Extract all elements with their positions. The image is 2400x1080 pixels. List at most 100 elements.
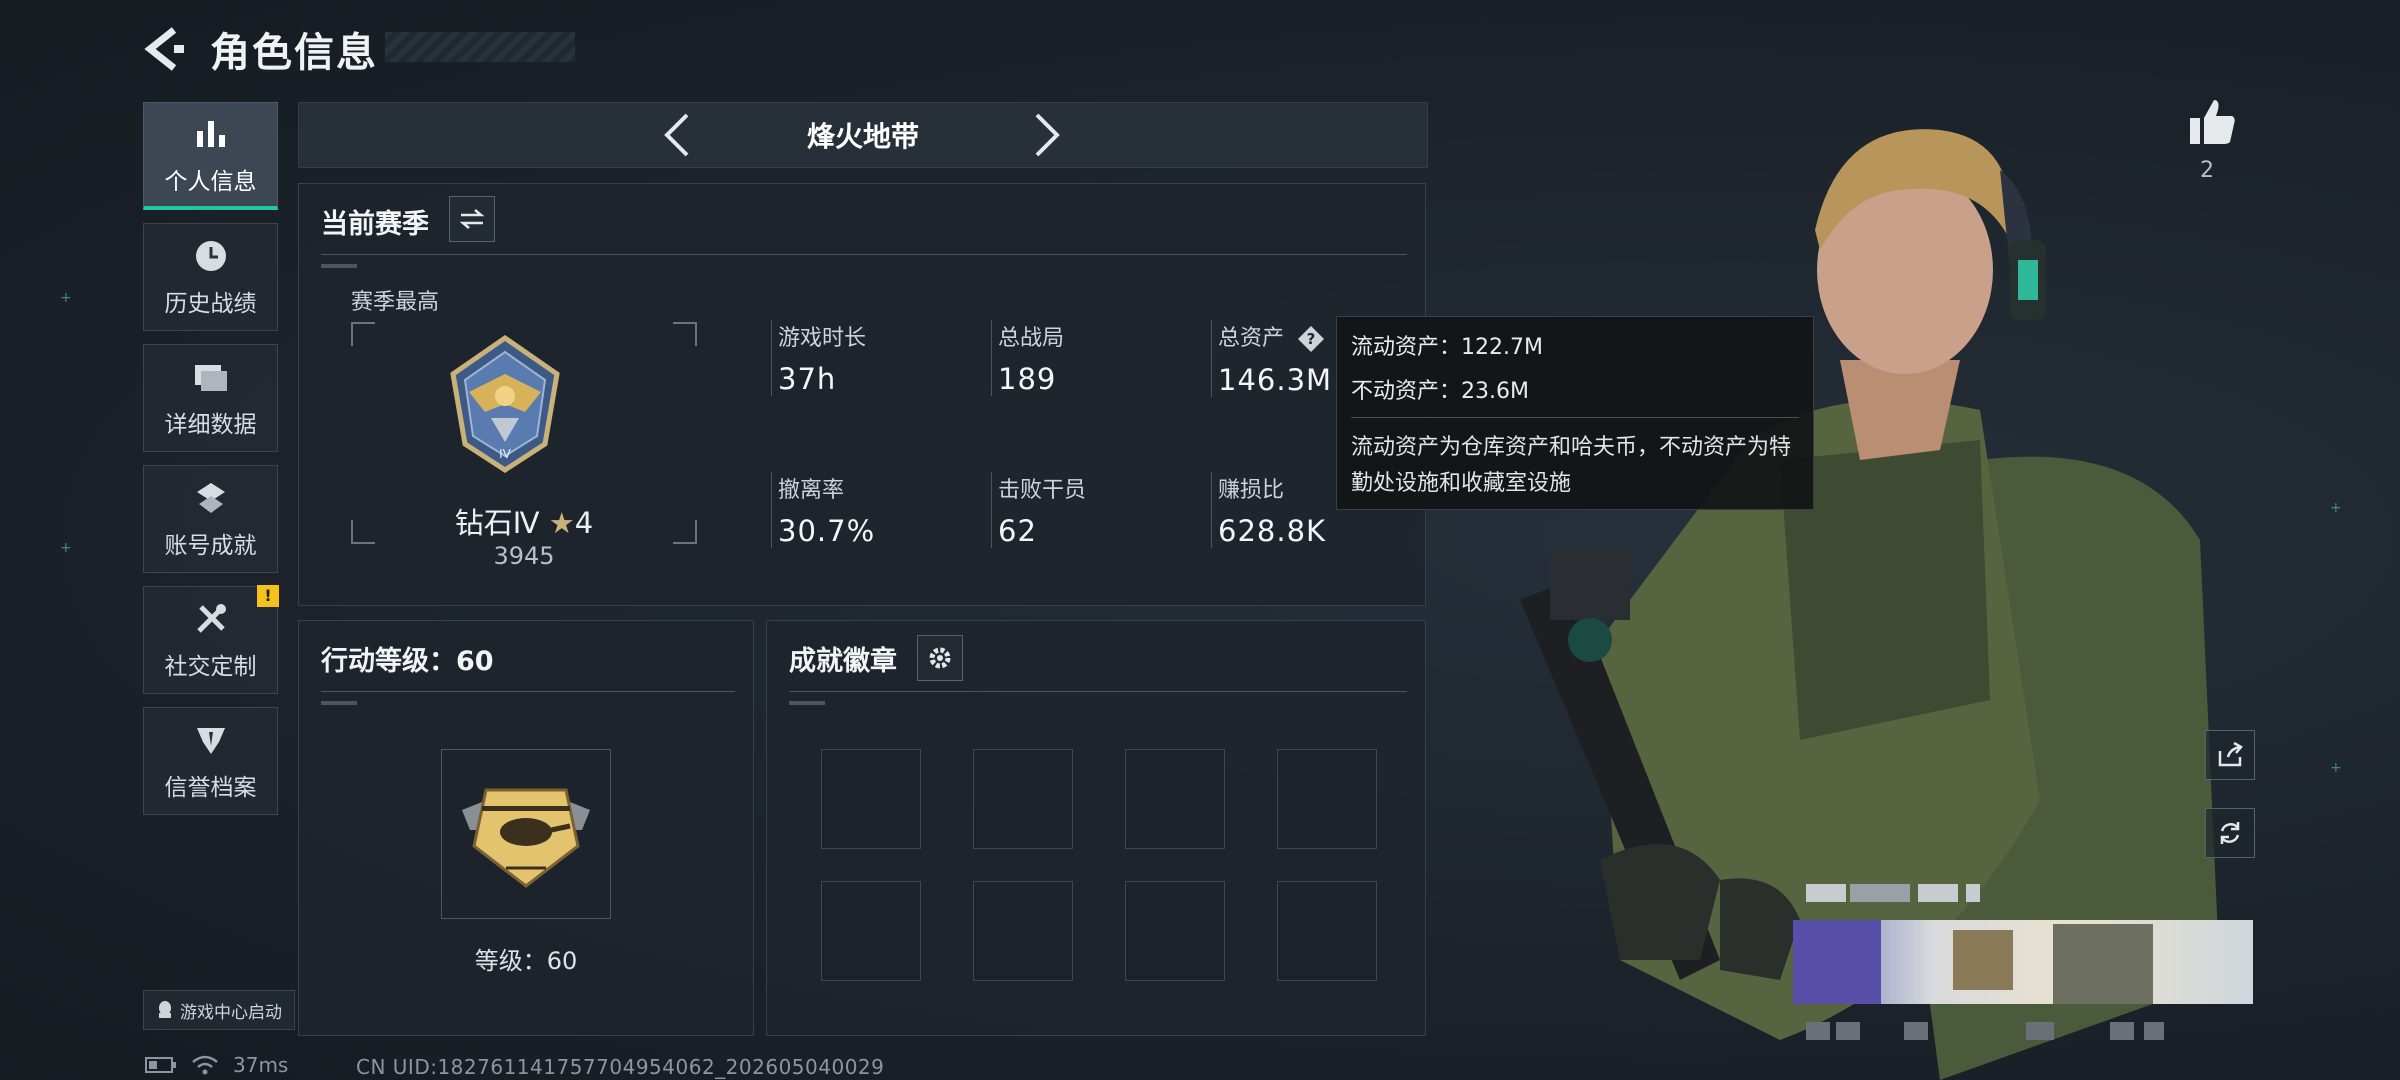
achievement-title: 成就徽章 (789, 646, 897, 677)
chevron-right-icon (1035, 113, 1060, 157)
sidebar-item-detail-data[interactable]: 详细数据 (143, 344, 278, 452)
ping-value: 37ms (233, 1053, 289, 1077)
badge-slot[interactable] (821, 881, 921, 981)
tooltip-fixed-assets: 不动资产：23.6M (1351, 379, 1529, 404)
badge-slot[interactable] (1277, 749, 1377, 849)
stat-label: 总战局 (998, 326, 1065, 351)
bar-chart-icon (191, 114, 231, 154)
divider (1351, 417, 1799, 418)
gear-icon (929, 647, 951, 669)
sidebar-item-label: 信誉档案 (164, 775, 257, 801)
badge-slot[interactable] (1277, 881, 1377, 981)
grid-marker: + (60, 290, 72, 306)
badge-slot[interactable] (1125, 881, 1225, 981)
game-center-launch-button[interactable]: 游戏中心启动 (143, 990, 295, 1030)
sidebar-item-social-custom[interactable]: ! 社交定制 (143, 585, 279, 694)
pixelated-text (1966, 884, 1980, 902)
season-panel: 当前赛季 赛季最高 IV 钻石Ⅳ ★4 3945 游戏时长 37h 总战局 18… (298, 183, 1426, 606)
stat-total-matches: 总战局 189 (991, 320, 1064, 396)
stat-play-time: 游戏时长 37h (771, 320, 866, 396)
grid-marker: + (2330, 500, 2342, 516)
assets-tooltip: 流动资产：122.7M 不动资产：23.6M 流动资产为仓库资产和哈夫币，不动资… (1336, 316, 1814, 510)
qq-icon (159, 1001, 171, 1018)
pixelated-text (1836, 1022, 1860, 1040)
season-best-label: 赛季最高 (351, 290, 440, 315)
share-button[interactable] (2205, 730, 2255, 780)
mode-name: 烽火地带 (806, 120, 919, 153)
stat-value: 30.7% (778, 514, 876, 548)
history-icon (191, 236, 231, 276)
stat-extract-rate: 撤离率 30.7% (771, 472, 875, 548)
action-level-panel: 行动等级：60 等级：60 (298, 620, 754, 1036)
share-icon (2218, 741, 2243, 767)
stat-value: 62 (998, 514, 1037, 548)
sidebar-item-label: 个人信息 (164, 168, 257, 195)
wifi-icon (192, 1055, 218, 1075)
sidebar-item-label: 历史战绩 (164, 291, 257, 317)
back-button[interactable] (140, 24, 190, 74)
stat-label: 总资产 ? (1218, 320, 1332, 353)
mode-next-button[interactable] (1027, 111, 1067, 159)
tools-icon (191, 599, 231, 639)
title-decoration (385, 32, 575, 62)
status-bar: 37ms (145, 1053, 288, 1077)
stat-profit-ratio: 赚损比 628.8K (1211, 472, 1326, 548)
badge-slot[interactable] (821, 749, 921, 849)
star-icon: ★ (548, 506, 575, 540)
sidebar-item-history[interactable]: 历史战绩 (143, 223, 278, 331)
swap-icon (459, 209, 485, 229)
warning-badge: ! (257, 585, 279, 607)
sidebar-item-label: 社交定制 (164, 654, 257, 680)
achievement-settings-button[interactable] (917, 635, 963, 681)
stat-label: 赚损比 (1218, 478, 1285, 503)
divider (321, 691, 735, 692)
badge-slot[interactable] (1125, 749, 1225, 849)
tooltip-description: 流动资产为仓库资产和哈夫币，不动资产为特勤处设施和收藏室设施 (1351, 435, 1792, 496)
battery-icon (145, 1057, 176, 1073)
rank-name-row: 钻石Ⅳ ★4 (351, 500, 697, 542)
season-title: 当前赛季 (321, 209, 429, 240)
thumbs-up-icon (2190, 100, 2235, 144)
divider (789, 691, 1407, 692)
grid-marker: + (2330, 760, 2342, 776)
folder-icon (191, 357, 231, 397)
page-title: 角色信息 (210, 30, 378, 76)
level-emblem-frame[interactable] (441, 749, 611, 919)
sidebar-item-credit-record[interactable]: 信誉档案 (143, 707, 278, 815)
sidebar-item-personal-info[interactable]: 个人信息 (143, 102, 278, 210)
pixelated-text (1918, 884, 1958, 902)
stat-value: 37h (778, 362, 837, 396)
season-switch-button[interactable] (449, 196, 495, 242)
decor-line (321, 264, 357, 268)
achievement-badge-panel: 成就徽章 (766, 620, 1426, 1036)
tooltip-liquid-assets: 流动资产：122.7M (1351, 335, 1543, 360)
rank-score: 3945 (493, 542, 555, 570)
achievement-icon (191, 478, 231, 518)
helicopter-badge-icon (462, 788, 590, 888)
rank-stars: 4 (574, 506, 594, 540)
pixelated-text (1904, 1022, 1928, 1040)
uid-text: CN UID:18276114175770495406​2_2026050400… (356, 1055, 885, 1079)
pixelated-text (1850, 884, 1910, 902)
help-icon[interactable]: ? (1297, 325, 1325, 353)
stat-value: 189 (998, 362, 1057, 396)
stat-label: 游戏时长 (778, 326, 867, 351)
stat-label: 击败干员 (998, 478, 1087, 503)
badge-slot[interactable] (973, 881, 1073, 981)
like-button[interactable] (2186, 96, 2238, 148)
mode-selector: 烽火地带 (298, 102, 1428, 168)
refresh-button[interactable] (2205, 808, 2255, 858)
diamond-rank-emblem: IV (450, 334, 560, 473)
grid-marker: + (60, 540, 72, 556)
like-count: 2 (2200, 158, 2214, 183)
stat-label-text: 总资产 (1218, 326, 1285, 351)
refresh-icon (2220, 822, 2240, 844)
stat-value: 146.3M (1218, 363, 1333, 397)
pixelated-text (1806, 884, 1846, 902)
stat-value: 628.8K (1218, 514, 1327, 548)
sidebar-item-account-achievement[interactable]: 账号成就 (143, 465, 278, 573)
streamer-banner[interactable] (1793, 920, 2253, 1004)
pixelated-text (2026, 1022, 2054, 1040)
rank-name: 钻石Ⅳ (454, 506, 540, 540)
badge-slot[interactable] (973, 749, 1073, 849)
